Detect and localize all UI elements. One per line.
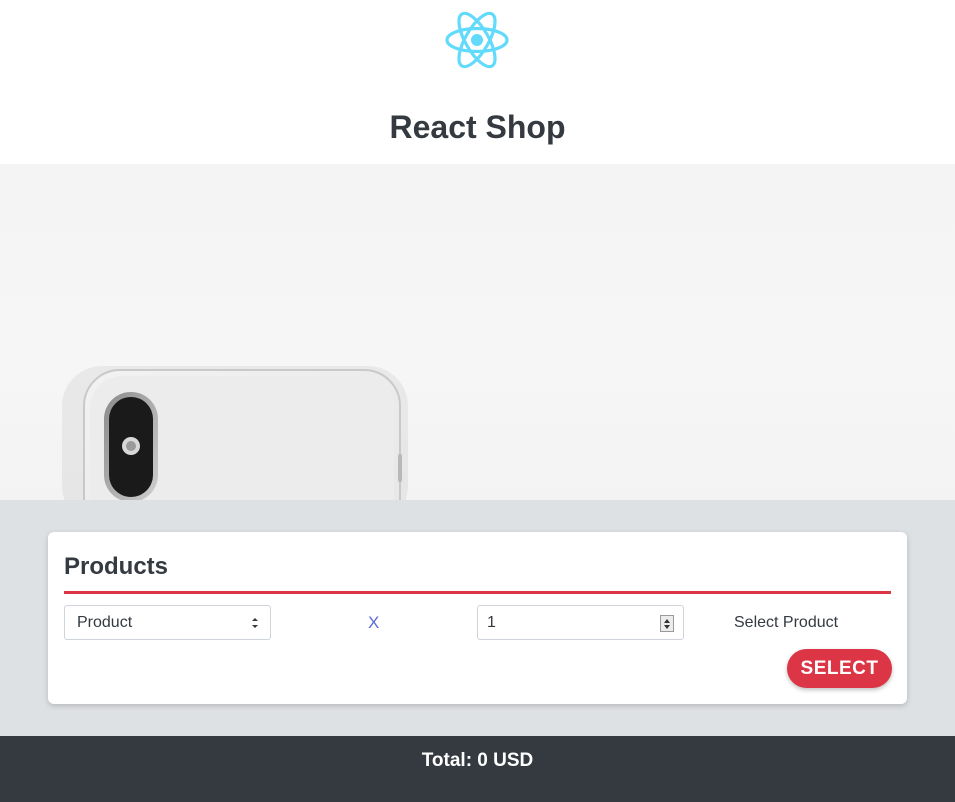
products-heading: Products: [64, 553, 169, 580]
quantity-input[interactable]: 1: [477, 605, 684, 640]
stepper-up-icon[interactable]: [664, 619, 670, 623]
main-area: Products Product X 1 Select Product SELE…: [0, 500, 955, 736]
item-status-text: Select Product: [734, 614, 839, 631]
heading-divider: [64, 591, 891, 594]
remove-item-button[interactable]: X: [368, 613, 379, 633]
quantity-value: 1: [487, 614, 496, 631]
total-text: Total: 0 USD: [421, 750, 534, 771]
app-header: React Shop: [0, 0, 955, 164]
product-select-value: Product: [77, 614, 133, 631]
react-atom-icon: [444, 6, 510, 74]
footer-bar: Total: 0 USD: [0, 736, 955, 802]
select-caret-icon: [252, 618, 258, 628]
stepper-down-icon[interactable]: [664, 625, 670, 629]
products-card: Products Product X 1 Select Product SELE…: [48, 532, 907, 704]
hero-banner: [0, 164, 955, 500]
page-title: React Shop: [389, 109, 566, 145]
product-select[interactable]: Product: [64, 605, 271, 640]
select-button[interactable]: SELECT: [787, 649, 892, 688]
quantity-stepper[interactable]: [660, 615, 674, 632]
phone-image: [62, 366, 408, 500]
